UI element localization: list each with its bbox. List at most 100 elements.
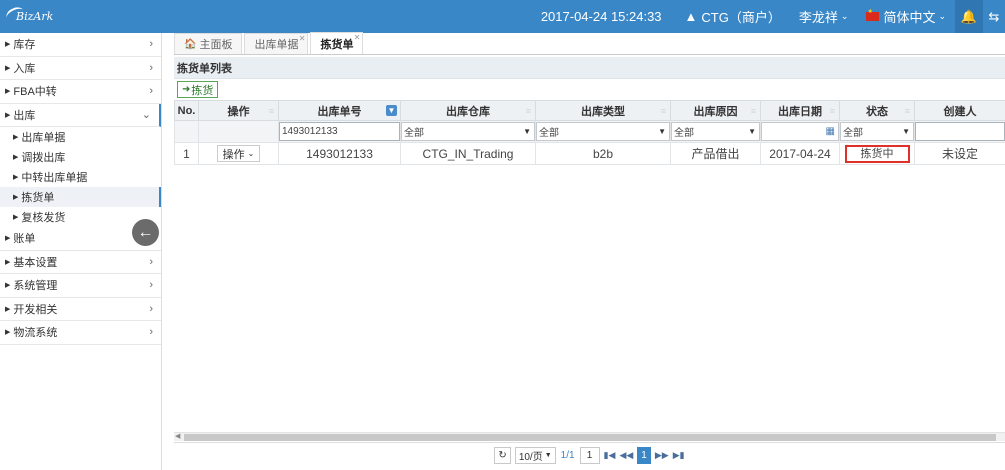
caret-right-icon: ▶ [5,305,11,313]
current-page-button[interactable]: 1 [637,447,651,464]
pick-button[interactable]: ➜ 拣货 [177,81,219,98]
sidebar-item-label: 账单 [13,233,36,246]
chevron-right-icon: › [149,302,153,315]
header-warehouse[interactable]: 出库仓库 ≡ [400,100,536,121]
scrollbar-thumb[interactable] [184,434,996,441]
sidebar-subitem-transit-out[interactable]: ▶ 中转出库单据 [0,167,161,187]
pagination-bar: ↻ 10/页 ▼ 1/1 1 ▮◀ ◀◀ 1 ▶▶ ▶▮ [174,442,1005,468]
sidebar-item-fba[interactable]: ▶ FBA中转 › [0,80,161,104]
language-label: 简体中文 [883,10,936,25]
dropdown-arrow-icon: ▼ [748,127,756,136]
sidebar-item-outbound[interactable]: ▶ 出库 ⌄ [0,103,161,127]
page-size-select[interactable]: 10/页 ▼ [514,447,556,464]
page-number-input[interactable]: 1 [579,447,600,464]
dropdown-arrow-icon: ▼ [523,127,531,136]
chevron-right-icon: › [149,255,153,268]
filter-icon[interactable]: ▼ [386,105,397,116]
horizontal-scrollbar[interactable]: ◀ [174,432,1005,441]
sidebar: ▶ 库存 › ▶ 入库 › ▶ FBA中转 › ▶ 出库 ⌄ ▶ 出库单据 ▶ … [0,33,162,470]
merchant-menu[interactable]: ▲ CTG（商户） [676,0,790,33]
date-filter-input[interactable]: ▦ [761,122,839,141]
sidebar-item-label: 出库 [13,109,36,122]
caret-right-icon: ▶ [5,41,11,49]
page-info: 1/1 [560,450,575,461]
sidebar-subitem-label: 拣货单 [21,192,55,204]
merchant-label: CTG（商户） [701,10,781,25]
collapse-sidebar-arrow-icon[interactable]: ← [132,219,159,246]
chevron-down-icon: ⌄ [938,11,946,21]
type-filter-select[interactable]: 全部 ▼ [536,122,670,141]
sidebar-subitem-label: 中转出库单据 [21,172,88,184]
header-action: 操作 ≡ [198,100,279,121]
calendar-icon[interactable]: ▦ [826,126,835,137]
export-icon: ➜ [182,84,191,95]
tab-dashboard[interactable]: 🏠 主面板 [174,33,243,54]
caret-right-icon: ▶ [5,282,11,290]
creator-filter-input[interactable] [915,122,1005,141]
filter-row: 1493012133 全部 ▼ 全部 ▼ 全部 ▼ ▦ 全部 ▼ [174,120,1005,143]
dropdown-arrow-icon: ▼ [658,127,666,136]
sidebar-item-inventory[interactable]: ▶ 库存 › [0,33,161,57]
chevron-right-icon: › [149,38,153,51]
header-date[interactable]: 出库日期 ≡ [760,100,840,121]
last-page-icon[interactable]: ▶▮ [673,450,685,461]
filter-warehouse-cell: 全部 ▼ [400,120,536,143]
header-creator[interactable]: 创建人 [914,100,1005,121]
row-action-label: 操作 [222,148,245,161]
dropdown-arrow-icon: ▼ [544,452,552,459]
caret-right-icon: ▶ [5,64,11,72]
filter-reason-cell: 全部 ▼ [670,120,761,143]
column-menu-icon[interactable]: ≡ [830,106,835,116]
column-menu-icon[interactable]: ≡ [661,106,666,116]
column-menu-icon[interactable]: ≡ [269,106,274,116]
logo[interactable]: BizArk [0,0,60,33]
status-filter-select[interactable]: 全部 ▼ [840,122,914,141]
caret-right-icon: ▶ [13,174,19,181]
sidebar-item-inbound[interactable]: ▶ 入库 › [0,57,161,80]
row-action-button[interactable]: 操作 ⌄ [216,145,261,162]
main-content: 🏠 主面板 出库单据 ✕ 拣货单 ✕ 拣货单列表 ➜ 拣货 No. 操作 ≡ 出库… [174,32,1005,470]
tab-pick-list[interactable]: 拣货单 ✕ [310,32,364,54]
merchant-icon: ▲ [684,9,698,24]
sidebar-item-basic-settings[interactable]: ▶ 基本设置 › [0,251,161,274]
tab-label: 拣货单 [320,38,354,51]
sidebar-item-system-admin[interactable]: ▶ 系统管理 › [0,274,161,298]
first-page-icon[interactable]: ▮◀ [604,450,616,461]
sidebar-subitem-pick-list[interactable]: ▶ 拣货单 [0,187,161,207]
status-cell: 拣货中 [839,142,915,165]
header-reason[interactable]: 出库原因 ≡ [670,100,761,121]
table-row[interactable]: 1 操作 ⌄ 1493012133 CTG_IN_Trading b2b 产品借… [174,142,1005,165]
switch-icon[interactable]: ⇆ [983,0,1005,33]
tab-bar: 🏠 主面板 出库单据 ✕ 拣货单 ✕ [174,32,1005,55]
panel-title: 拣货单列表 [174,57,1005,79]
column-menu-icon[interactable]: ≡ [526,106,531,116]
column-menu-icon[interactable]: ≡ [905,106,910,116]
close-icon[interactable]: ✕ [354,33,361,42]
language-menu[interactable]: 简体中文 ⌄ [857,0,955,33]
close-icon[interactable]: ✕ [299,34,306,43]
refresh-icon[interactable]: ↻ [494,447,511,464]
previous-page-icon[interactable]: ◀◀ [619,450,633,461]
tab-outbound-docs[interactable]: 出库单据 ✕ [244,33,309,54]
chevron-right-icon: › [149,61,153,74]
sidebar-item-dev[interactable]: ▶ 开发相关 › [0,298,161,321]
reason-filter-select[interactable]: 全部 ▼ [671,122,760,141]
column-menu-icon[interactable]: ≡ [751,106,756,116]
header-type[interactable]: 出库类型 ≡ [535,100,671,121]
page-size-value: 10/页 [518,452,543,463]
notification-bell-icon[interactable]: 🔔 [955,0,983,33]
sidebar-item-logistics[interactable]: ▶ 物流系统 › [0,321,161,345]
caret-right-icon: ▶ [13,214,19,221]
caret-right-icon: ▶ [5,88,11,96]
sidebar-subitem-outbound-docs[interactable]: ▶ 出库单据 [0,127,161,147]
warehouse-filter-select[interactable]: 全部 ▼ [401,122,535,141]
user-menu[interactable]: 李龙祥 ⌄ [790,0,858,33]
header-status[interactable]: 状态 ≡ [839,100,915,121]
header-order-no[interactable]: 出库单号 ▼ [278,100,401,121]
sidebar-item-label: FBA中转 [13,86,57,99]
sidebar-subitem-transfer-out[interactable]: ▶ 调拨出库 [0,147,161,167]
order-no-filter-input[interactable]: 1493012133 [279,122,400,141]
scroll-left-arrow-icon[interactable]: ◀ [175,432,180,440]
next-page-icon[interactable]: ▶▶ [655,450,669,461]
order-no-cell: 1493012133 [278,142,401,165]
